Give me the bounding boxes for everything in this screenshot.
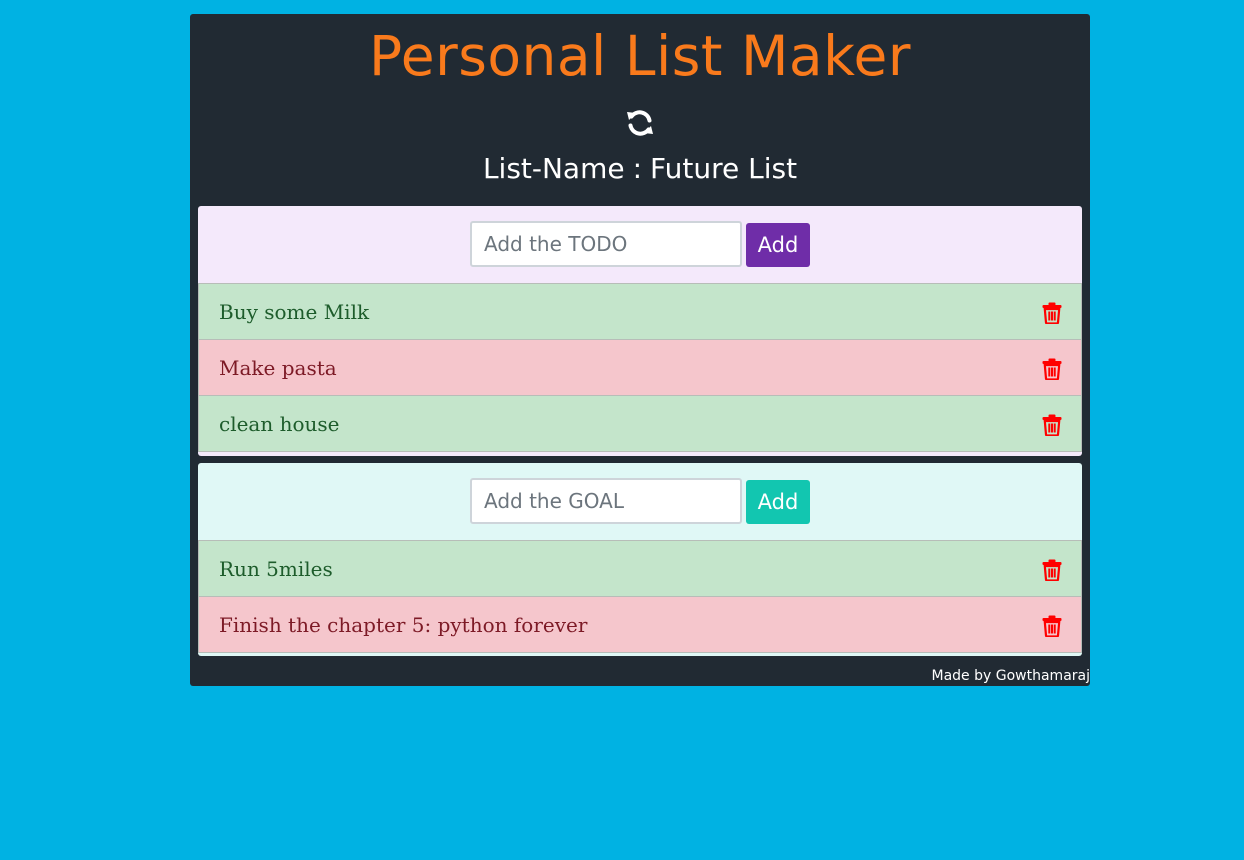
goal-panel: Add Run 5miles Finish the chapter 5: pyt… bbox=[198, 463, 1082, 656]
goal-input[interactable] bbox=[470, 478, 742, 524]
list-name-separator: : bbox=[632, 152, 643, 185]
goal-item-text: Finish the chapter 5: python forever bbox=[219, 612, 588, 637]
trash-icon[interactable] bbox=[1042, 358, 1062, 380]
list-name-label: List-Name bbox=[482, 152, 625, 185]
page-title: Personal List Maker bbox=[369, 24, 911, 88]
goal-item: Finish the chapter 5: python forever bbox=[198, 596, 1082, 653]
todo-item-text: Buy some Milk bbox=[219, 299, 370, 324]
todo-item: Buy some Milk bbox=[198, 283, 1082, 340]
list-name-heading: List-Name: Future List bbox=[190, 152, 1090, 186]
refresh-icon[interactable] bbox=[624, 107, 656, 139]
todo-list: Buy some Milk Make pasta clean house bbox=[198, 283, 1082, 452]
goal-item-text: Run 5miles bbox=[219, 556, 333, 581]
todo-adder: Add bbox=[198, 206, 1082, 284]
list-maker-card: Personal List Maker List-Name: Future Lis… bbox=[190, 14, 1090, 686]
footer-credit: Made by Gowthamaraj bbox=[931, 668, 1090, 684]
trash-icon[interactable] bbox=[1042, 302, 1062, 324]
todo-panel: Add Buy some Milk Make pasta bbox=[198, 206, 1082, 456]
goal-adder: Add bbox=[198, 463, 1082, 541]
todo-item: Make pasta bbox=[198, 339, 1082, 396]
todo-input[interactable] bbox=[470, 221, 742, 267]
trash-icon[interactable] bbox=[1042, 414, 1062, 436]
trash-icon[interactable] bbox=[1042, 615, 1062, 637]
goal-list: Run 5miles Finish the chapter 5: python … bbox=[198, 540, 1082, 653]
trash-icon[interactable] bbox=[1042, 559, 1062, 581]
todo-item-text: clean house bbox=[219, 411, 340, 436]
add-goal-button[interactable]: Add bbox=[746, 480, 810, 524]
add-todo-button[interactable]: Add bbox=[746, 223, 810, 267]
todo-item: clean house bbox=[198, 395, 1082, 452]
todo-item-text: Make pasta bbox=[219, 355, 337, 380]
list-name-value: Future List bbox=[650, 152, 798, 185]
goal-item: Run 5miles bbox=[198, 540, 1082, 597]
